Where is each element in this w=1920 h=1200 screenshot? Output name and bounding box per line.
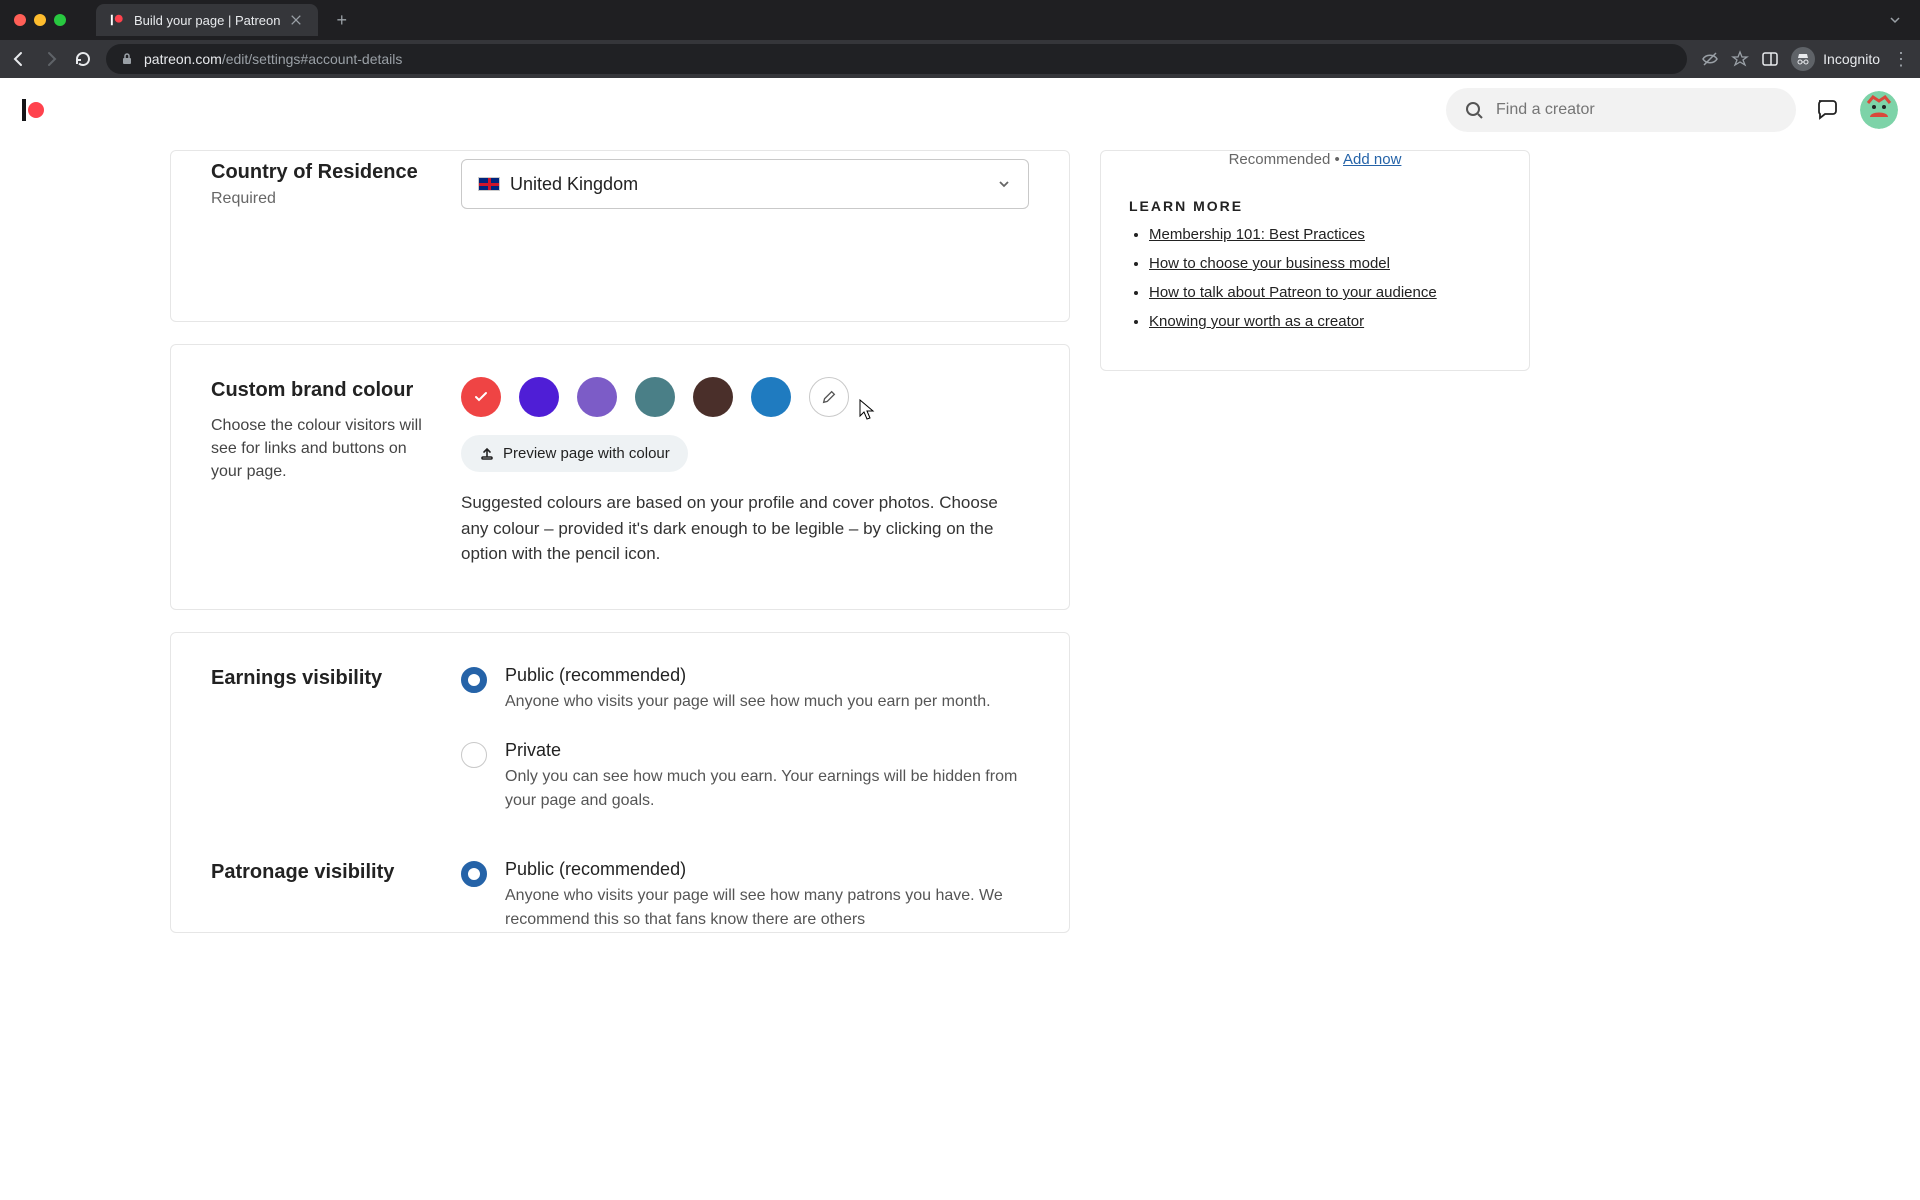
option-desc: Only you can see how much you earn. Your…: [505, 765, 1029, 813]
tracking-icon[interactable]: [1701, 50, 1719, 68]
pencil-icon: [821, 389, 837, 405]
lock-icon: [120, 52, 134, 66]
earnings-option-private[interactable]: Private Only you can see how much you ea…: [461, 740, 1029, 813]
fullscreen-window-icon[interactable]: [54, 14, 66, 26]
brand-colour-card: Custom brand colour Choose the colour vi…: [170, 344, 1070, 610]
preview-label: Preview page with colour: [503, 445, 670, 462]
external-icon: [479, 446, 495, 462]
back-button[interactable]: [10, 50, 28, 68]
patronage-option-public[interactable]: Public (recommended) Anyone who visits y…: [461, 859, 1029, 932]
reload-button[interactable]: [74, 50, 92, 68]
incognito-label: Incognito: [1823, 51, 1880, 67]
brand-helper: Suggested colours are based on your prof…: [461, 490, 1021, 567]
brand-heading: Custom brand colour: [211, 377, 431, 404]
close-tab-icon[interactable]: [290, 14, 304, 26]
radio-unchecked-icon[interactable]: [461, 742, 487, 768]
option-title: Private: [505, 740, 1029, 761]
country-value: United Kingdom: [510, 174, 638, 195]
close-window-icon[interactable]: [14, 14, 26, 26]
visibility-card: Earnings visibility Public (recommended)…: [170, 632, 1070, 933]
learn-link[interactable]: Knowing your worth as a creator: [1149, 313, 1364, 330]
search-input[interactable]: [1496, 101, 1778, 119]
learn-link[interactable]: How to choose your business model: [1149, 255, 1390, 272]
learn-more-card: Recommended • Add now LEARN MORE Members…: [1100, 150, 1530, 371]
country-heading: Country of Residence: [211, 159, 431, 186]
colour-swatch-teal[interactable]: [635, 377, 675, 417]
tab-title: Build your page | Patreon: [134, 13, 280, 28]
search-icon: [1464, 100, 1484, 120]
country-required: Required: [211, 190, 431, 208]
uk-flag-icon: [478, 177, 500, 191]
option-title: Public (recommended): [505, 859, 1029, 880]
browser-toolbar: patreon.com/edit/settings#account-detail…: [0, 40, 1920, 78]
page-body: Country of Residence Required United Kin…: [0, 142, 1920, 933]
learn-more-heading: LEARN MORE: [1129, 198, 1501, 214]
country-card: Country of Residence Required United Kin…: [170, 150, 1070, 322]
learn-more-list: Membership 101: Best Practices How to ch…: [1129, 226, 1501, 330]
address-bar[interactable]: patreon.com/edit/settings#account-detail…: [106, 44, 1687, 74]
colour-swatch-brown[interactable]: [693, 377, 733, 417]
forward-button[interactable]: [42, 50, 60, 68]
colour-swatch-custom[interactable]: [809, 377, 849, 417]
add-now-link[interactable]: Add now: [1343, 151, 1401, 168]
colour-swatches: [461, 377, 1029, 417]
recommended-line: Recommended • Add now: [1129, 151, 1501, 168]
option-desc: Anyone who visits your page will see how…: [505, 690, 991, 714]
radio-checked-icon[interactable]: [461, 667, 487, 693]
messages-icon[interactable]: [1814, 96, 1842, 124]
window-titlebar: Build your page | Patreon +: [0, 0, 1920, 40]
colour-swatch-blue[interactable]: [751, 377, 791, 417]
browser-tab[interactable]: Build your page | Patreon: [96, 4, 318, 36]
brand-desc: Choose the colour visitors will see for …: [211, 414, 431, 484]
learn-link[interactable]: Membership 101: Best Practices: [1149, 226, 1365, 243]
option-title: Public (recommended): [505, 665, 991, 686]
panel-icon[interactable]: [1761, 50, 1779, 68]
tabs-overflow-icon[interactable]: [1888, 13, 1902, 27]
patronage-heading: Patronage visibility: [211, 859, 431, 886]
colour-swatch-red[interactable]: [461, 377, 501, 417]
colour-swatch-indigo[interactable]: [519, 377, 559, 417]
chevron-down-icon: [996, 176, 1012, 192]
minimize-window-icon[interactable]: [34, 14, 46, 26]
earnings-option-public[interactable]: Public (recommended) Anyone who visits y…: [461, 665, 1029, 714]
bookmark-icon[interactable]: [1731, 50, 1749, 68]
browser-chrome: Build your page | Patreon + patreon.com/…: [0, 0, 1920, 78]
preview-page-button[interactable]: Preview page with colour: [461, 435, 688, 472]
earnings-heading: Earnings visibility: [211, 665, 431, 692]
country-select[interactable]: United Kingdom: [461, 159, 1029, 209]
new-tab-button[interactable]: +: [336, 10, 347, 31]
app-header: [0, 78, 1920, 142]
option-desc: Anyone who visits your page will see how…: [505, 884, 1029, 932]
incognito-icon: [1791, 47, 1815, 71]
learn-link[interactable]: How to talk about Patreon to your audien…: [1149, 284, 1437, 301]
colour-swatch-purple[interactable]: [577, 377, 617, 417]
browser-menu-icon[interactable]: ⋮: [1892, 49, 1910, 70]
radio-checked-icon[interactable]: [461, 861, 487, 887]
creator-search[interactable]: [1446, 88, 1796, 132]
incognito-indicator[interactable]: Incognito: [1791, 47, 1880, 71]
patreon-logo[interactable]: [22, 99, 44, 121]
window-controls[interactable]: [14, 14, 66, 26]
patreon-favicon-icon: [110, 13, 124, 27]
url-text: patreon.com/edit/settings#account-detail…: [144, 51, 402, 67]
user-avatar[interactable]: [1860, 91, 1898, 129]
